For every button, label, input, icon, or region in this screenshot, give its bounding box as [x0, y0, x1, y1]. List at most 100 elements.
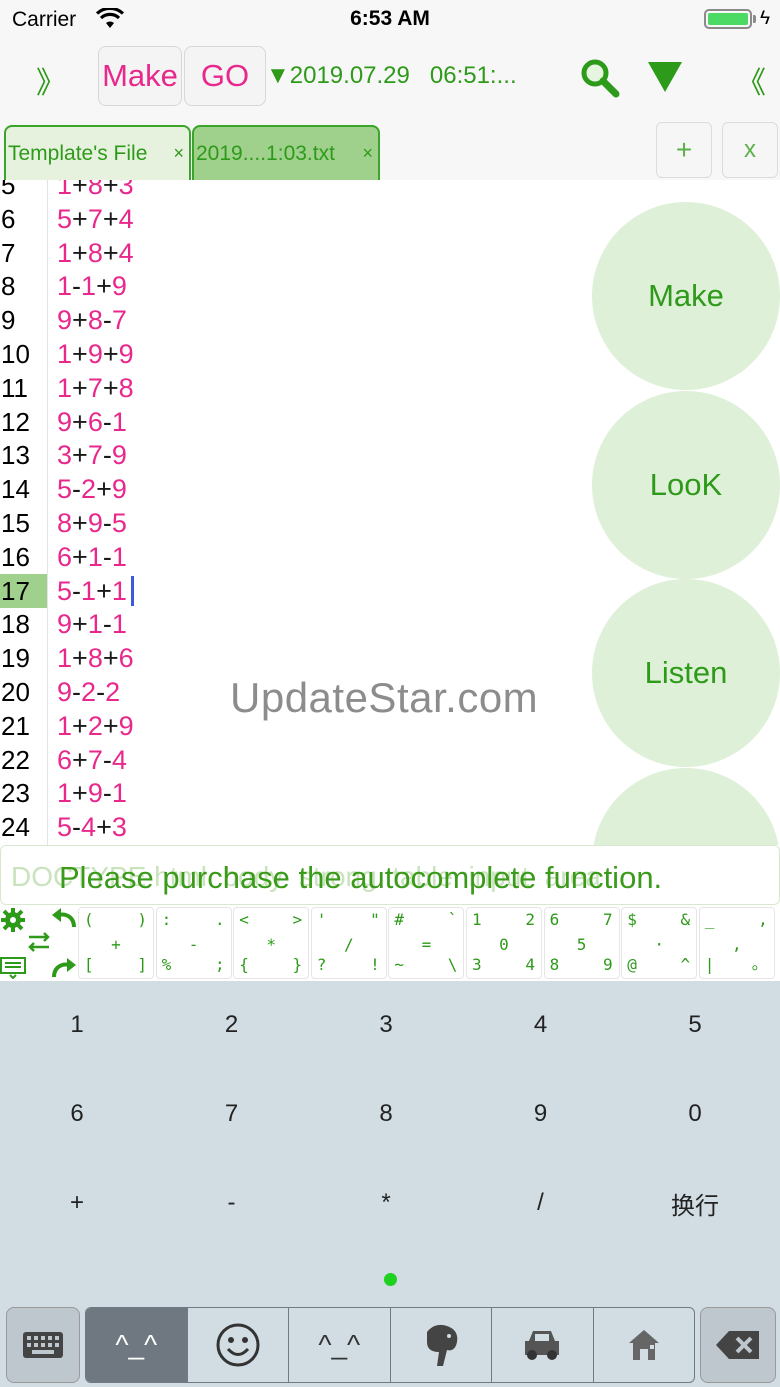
tab-emoji[interactable] — [188, 1308, 289, 1382]
operator: + — [72, 643, 88, 674]
keyboard-key[interactable]: - — [157, 1163, 307, 1243]
make-button[interactable]: Make — [98, 46, 182, 106]
operator: + — [72, 339, 88, 369]
editor-line[interactable]: 19 1+8+6 — [0, 641, 560, 675]
editor-line[interactable]: 12 9+6-1 — [0, 405, 560, 439]
backspace-button[interactable] — [700, 1307, 776, 1383]
keyboard-key[interactable]: 9 — [466, 1074, 616, 1154]
line-number: 6 — [1, 203, 16, 234]
keyboard-key[interactable]: 5 — [620, 985, 770, 1065]
line-code: 9+6-1 — [57, 405, 127, 439]
look-circle-button[interactable]: LooK — [592, 391, 780, 579]
file-datetime-dropdown[interactable]: ▼2019.07.29 06:51:... — [266, 62, 517, 90]
tab-template-file[interactable]: Template's File × — [4, 125, 191, 180]
tab-current-file[interactable]: 2019....1:03.txt × — [192, 125, 380, 180]
symbol-char: / — [343, 935, 354, 954]
search-icon[interactable] — [580, 58, 620, 103]
keyboard-key[interactable]: 8 — [311, 1074, 461, 1154]
editor-line[interactable]: 5 1+8+3 — [0, 180, 560, 202]
keyboard-toggle-icon[interactable] — [0, 957, 26, 979]
symbol-key[interactable]: _,, |。 — [698, 907, 775, 979]
digit: 9 — [57, 609, 73, 640]
digit: 2 — [87, 710, 103, 741]
digit: 9 — [87, 778, 103, 809]
clock: 6:53 AM — [350, 7, 430, 30]
digit: 1 — [57, 180, 73, 200]
operator: + — [72, 744, 88, 775]
tab-close-icon[interactable]: × — [173, 143, 184, 164]
autocomplete-purchase-message[interactable]: Please purchase the autocomplete functio… — [59, 860, 662, 896]
editor-line[interactable]: 10 1+9+9 — [0, 337, 560, 371]
keyboard-key[interactable]: 2 — [157, 985, 307, 1065]
keyboard-key[interactable]: + — [2, 1163, 152, 1243]
symbol-key[interactable]: $ & · @ ^ — [621, 907, 698, 979]
tab-places[interactable] — [594, 1308, 695, 1382]
editor-line[interactable]: 18 9+1-1 — [0, 607, 560, 641]
keyboard-key[interactable]: 4 — [466, 985, 616, 1065]
tab-close-icon[interactable]: × — [362, 143, 373, 164]
editor-line[interactable]: 6 5+7+4 — [0, 202, 560, 236]
symbol-key[interactable]: ' " /?! — [310, 907, 387, 979]
expand-left-chevron-icon[interactable]: 》 — [36, 58, 66, 102]
editor-line[interactable]: 23 1+9-1 — [0, 776, 560, 810]
editor-line[interactable]: 17 5-1+1 — [0, 573, 560, 608]
swap-icon[interactable] — [26, 931, 52, 953]
symbol-key[interactable]: < > * {} — [233, 907, 310, 979]
operator: + — [72, 541, 88, 572]
line-number: 8 — [1, 271, 16, 302]
go-button[interactable]: GO — [184, 46, 266, 106]
editor-line[interactable]: 9 9+8-7 — [0, 303, 560, 337]
editor-line[interactable]: 8 1-1+9 — [0, 269, 560, 303]
symbol-key[interactable]: :. -%; — [155, 907, 232, 979]
editor-line[interactable]: 13 3+7-9 — [0, 438, 560, 472]
undo-icon[interactable] — [50, 907, 78, 931]
symbol-key[interactable]: # ` = ~ \ — [388, 907, 465, 979]
editor-line[interactable]: 15 8+9-5 — [0, 506, 560, 540]
operator: - — [72, 677, 82, 707]
keyboard-key[interactable]: / — [466, 1163, 616, 1243]
keyboard-key[interactable]: 0 — [620, 1074, 770, 1154]
close-tab-button[interactable]: x — [722, 122, 778, 178]
symbol-char: ! — [370, 955, 380, 974]
tab-kaomoji[interactable]: ^_^ — [86, 1308, 188, 1382]
symbol-char: · — [654, 935, 664, 954]
keyboard-key[interactable]: 3 — [311, 985, 461, 1065]
collapse-right-chevron-icon[interactable]: 《 — [736, 58, 766, 102]
tab-travel[interactable] — [492, 1308, 594, 1382]
keyboard-key[interactable]: 换行 — [620, 1163, 770, 1243]
tab-animals[interactable] — [391, 1308, 492, 1382]
symbol-key[interactable]: 1 203 4 — [466, 907, 542, 979]
fourth-circle-button[interactable] — [592, 768, 780, 845]
tab-kaomoji-alt[interactable]: ^_^ — [289, 1308, 391, 1382]
editor-line[interactable]: 7 1+8+4 — [0, 236, 560, 270]
keyboard-key[interactable]: 7 — [157, 1074, 307, 1154]
editor-line[interactable]: 16 6+1-1 — [0, 540, 560, 574]
digit: 9 — [111, 271, 127, 302]
digit: 9 — [87, 508, 103, 538]
dropdown-triangle-icon[interactable] — [648, 62, 682, 92]
operator: - — [102, 541, 112, 572]
editor-line[interactable]: 24 5-4+3 — [0, 810, 560, 844]
line-number: 17 — [0, 573, 47, 608]
gear-icon[interactable] — [0, 907, 26, 933]
operator: - — [102, 744, 112, 775]
digit: 1 — [111, 575, 127, 606]
keyboard-switch-button[interactable] — [6, 1307, 80, 1383]
text-editor[interactable]: 5 1+8+3 6 5+7+4 7 1+8+4 8 1-1+9 9 9+8-7 10 1+9+9 11 1… — [0, 180, 780, 845]
add-tab-button[interactable]: + — [656, 122, 712, 178]
editor-line[interactable]: 22 6+7-4 — [0, 743, 560, 777]
make-circle-button[interactable]: Make — [592, 202, 780, 390]
keyboard-key[interactable]: 6 — [2, 1074, 152, 1154]
editor-line[interactable]: 11 1+7+8 — [0, 371, 560, 405]
keyboard-key[interactable]: 1 — [2, 985, 152, 1065]
symbol-char: * — [266, 935, 276, 954]
keyboard-key[interactable]: * — [311, 1163, 461, 1243]
listen-circle-button[interactable]: Listen — [592, 579, 780, 767]
redo-icon[interactable] — [50, 957, 78, 981]
symbol-key[interactable]: () + [] — [78, 907, 154, 979]
operator: + — [102, 643, 119, 674]
symbol-char: { — [239, 955, 249, 974]
symbol-key[interactable]: 6 758 9 — [543, 907, 620, 979]
line-code: 5-4+3 — [57, 810, 127, 844]
editor-line[interactable]: 14 5-2+9 — [0, 472, 560, 506]
